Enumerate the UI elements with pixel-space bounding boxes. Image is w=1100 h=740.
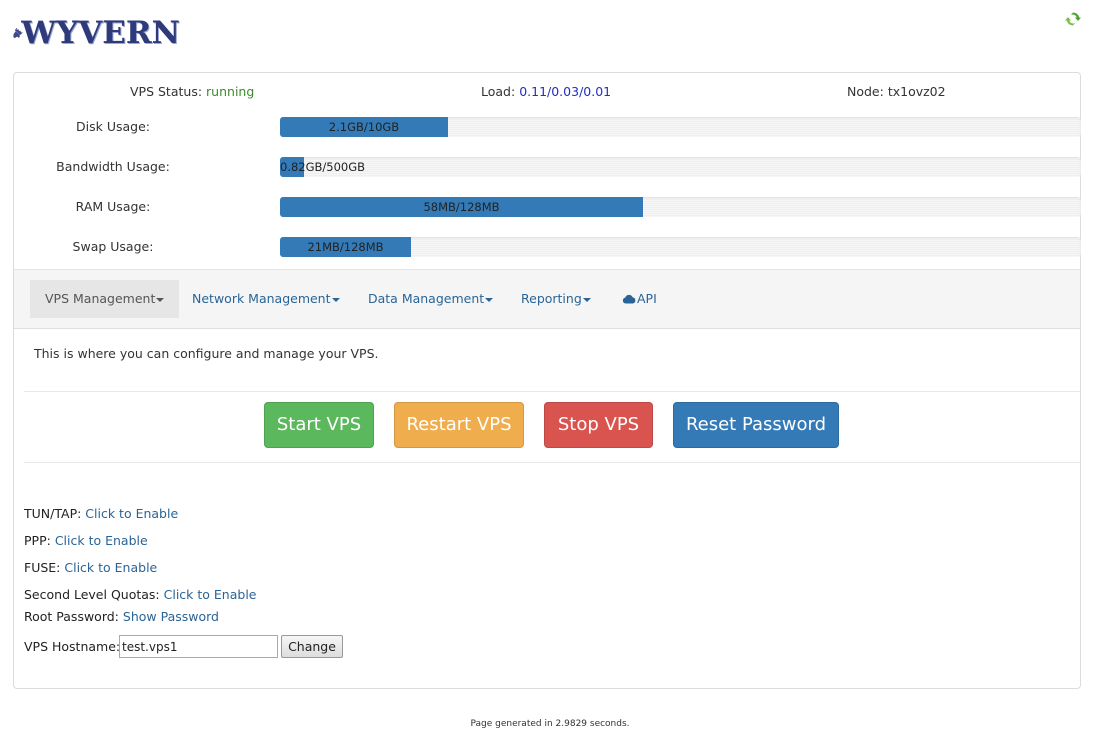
node: Node: tx1ovz02 — [847, 84, 946, 99]
wyvern-logo: WYVERN — [12, 12, 180, 54]
intro-text: This is where you can configure and mana… — [34, 346, 379, 361]
node-label: Node: — [847, 84, 884, 99]
ram-usage-row: RAM Usage: 58MB/128MB — [14, 197, 1081, 219]
disk-usage-text: 2.1GB/10GB — [328, 120, 400, 134]
load-average: Load: 0.11/0.03/0.01 — [481, 84, 611, 99]
fuse-option: FUSE: Click to Enable — [24, 560, 157, 575]
divider — [24, 462, 1080, 463]
nav-api[interactable]: API — [607, 280, 672, 318]
caret-down-icon — [156, 297, 165, 302]
swap-usage-text: 21MB/128MB — [307, 240, 384, 254]
caret-down-icon — [582, 297, 591, 302]
ram-usage-text: 58MB/128MB — [423, 200, 500, 214]
refresh-icon[interactable] — [1064, 10, 1082, 28]
nav-vps-management[interactable]: VPS Management — [30, 280, 180, 318]
tuntap-label: TUN/TAP: — [24, 506, 82, 521]
bandwidth-usage-text: 0.82GB/500GB — [280, 160, 366, 174]
load-value: 0.11/0.03/0.01 — [519, 84, 612, 99]
disk-usage-row: Disk Usage: 2.1GB/10GB — [14, 117, 1081, 139]
root-password-option: Root Password: Show Password — [24, 609, 219, 624]
nav-reporting-label: Reporting — [521, 291, 582, 306]
nav-network-management-label: Network Management — [192, 291, 331, 306]
cloud-icon — [622, 281, 636, 319]
ram-usage-label: RAM Usage: — [75, 199, 151, 214]
nav-vps-management-label: VPS Management — [45, 291, 156, 306]
hostname-label-text: VPS Hostname: — [24, 639, 121, 654]
show-password-link[interactable]: Show Password — [123, 609, 219, 624]
hostname-input[interactable] — [119, 635, 278, 658]
bandwidth-usage-bar: 0.82GB/500GB — [280, 157, 1081, 177]
vps-status-value: running — [206, 84, 255, 99]
ppp-label: PPP: — [24, 533, 51, 548]
reset-password-button[interactable]: Reset Password — [673, 402, 839, 448]
ram-usage-bar: 58MB/128MB — [280, 197, 1081, 217]
start-vps-button[interactable]: Start VPS — [264, 402, 374, 448]
root-password-label: Root Password: — [24, 609, 119, 624]
tuntap-option: TUN/TAP: Click to Enable — [24, 506, 178, 521]
fuse-enable-link[interactable]: Click to Enable — [64, 560, 157, 575]
swap-usage-bar: 21MB/128MB — [280, 237, 1081, 257]
restart-vps-button[interactable]: Restart VPS — [394, 402, 524, 448]
caret-down-icon — [331, 297, 340, 302]
ppp-option: PPP: Click to Enable — [24, 533, 148, 548]
bandwidth-usage-row: Bandwidth Usage: 0.82GB/500GB — [14, 157, 1081, 179]
vps-panel: VPS Status: running Load: 0.11/0.03/0.01… — [13, 72, 1081, 689]
logo-text: WYVERN — [21, 15, 180, 51]
swap-usage-label: Swap Usage: — [72, 239, 154, 254]
vps-status: VPS Status: running — [130, 84, 254, 99]
swap-usage-row: Swap Usage: 21MB/128MB — [14, 237, 1081, 259]
disk-usage-label: Disk Usage: — [76, 119, 150, 134]
quotas-label: Second Level Quotas: — [24, 587, 160, 602]
nav-data-management-label: Data Management — [368, 291, 485, 306]
load-label: Load: — [481, 84, 516, 99]
management-nav: VPS Management Network Management Data M… — [14, 269, 1080, 329]
nav-data-management[interactable]: Data Management — [353, 280, 508, 318]
nav-reporting[interactable]: Reporting — [506, 280, 606, 318]
node-value: tx1ovz02 — [887, 84, 946, 99]
caret-down-icon — [485, 297, 494, 302]
hostname-label: VPS Hostname: — [24, 639, 120, 654]
quotas-enable-link[interactable]: Click to Enable — [164, 587, 257, 602]
tuntap-enable-link[interactable]: Click to Enable — [85, 506, 178, 521]
bandwidth-usage-label: Bandwidth Usage: — [56, 159, 170, 174]
nav-network-management[interactable]: Network Management — [177, 280, 355, 318]
page-footer: Page generated in 2.9829 seconds. — [470, 719, 630, 729]
quotas-option: Second Level Quotas: Click to Enable — [24, 587, 256, 602]
disk-usage-bar: 2.1GB/10GB — [280, 117, 1081, 137]
change-hostname-button[interactable]: Change — [281, 635, 343, 658]
stop-vps-button[interactable]: Stop VPS — [544, 402, 653, 448]
divider — [24, 391, 1080, 392]
vps-status-label: VPS Status: — [130, 84, 203, 99]
ppp-enable-link[interactable]: Click to Enable — [55, 533, 148, 548]
fuse-label: FUSE: — [24, 560, 61, 575]
status-row: VPS Status: running Load: 0.11/0.03/0.01… — [14, 84, 1080, 102]
nav-api-label: API — [637, 291, 657, 306]
